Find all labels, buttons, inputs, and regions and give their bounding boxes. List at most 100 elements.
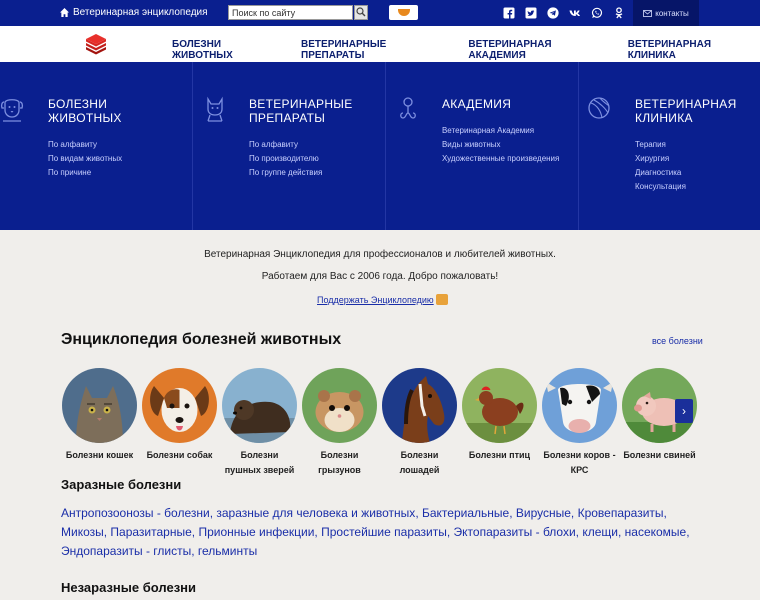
nav-item-academy[interactable]: ВЕТЕРИНАРНАЯ АКАДЕМИЯ bbox=[468, 39, 609, 61]
animal-label: Болезни собак bbox=[146, 450, 213, 460]
intro-line-1: Ветеринарная Энциклопедия для профессион… bbox=[204, 249, 556, 260]
mega-col-clinic: Ветеринарная клиника Терапия Хирургия Ди… bbox=[579, 62, 760, 230]
tag-link[interactable]: Бактериальные bbox=[422, 506, 509, 520]
mega-col-drugs: Ветеринарные препараты По алфавиту По пр… bbox=[193, 62, 386, 230]
home-link[interactable]: Ветеринарная энциклопедия bbox=[60, 7, 208, 18]
mega-link[interactable]: Диагностика bbox=[635, 166, 686, 180]
mega-link[interactable]: По видам животных bbox=[48, 152, 122, 166]
mega-col-diseases: Болезни животных По алфавиту По видам жи… bbox=[0, 62, 193, 230]
animal-label: Болезни пушных зверей bbox=[224, 450, 295, 475]
mega-link[interactable]: По алфавиту bbox=[249, 138, 322, 152]
whatsapp-icon[interactable] bbox=[591, 7, 603, 19]
tag-link[interactable]: Антропозоонозы - болезни, заразные для ч… bbox=[61, 506, 415, 520]
dog-icon bbox=[0, 99, 24, 122]
animal-card-rodents[interactable]: Болезни грызунов bbox=[302, 368, 377, 478]
vk-icon[interactable] bbox=[569, 7, 581, 19]
mega-title-diseases[interactable]: Болезни животных bbox=[48, 97, 168, 125]
main-nav: БОЛЕЗНИ ЖИВОТНЫХ ВЕТЕРИНАРНЫЕ ПРЕПАРАТЫ … bbox=[0, 26, 760, 62]
search-icon bbox=[356, 7, 366, 17]
search-button[interactable] bbox=[354, 5, 368, 20]
contacts-label: контакты bbox=[655, 8, 689, 18]
hen-photo bbox=[462, 368, 537, 443]
donate-button[interactable] bbox=[389, 5, 418, 20]
home-icon bbox=[60, 8, 69, 17]
cat-photo bbox=[62, 368, 137, 443]
nav-item-clinic[interactable]: ВЕТЕРИНАРНАЯ КЛИНИКА bbox=[628, 39, 760, 61]
mega-link[interactable]: Консультация bbox=[635, 180, 686, 194]
yarn-ball-icon bbox=[588, 97, 610, 119]
tag-link[interactable]: Кровепаразиты bbox=[578, 506, 664, 520]
animal-label: Болезни лошадей bbox=[399, 450, 440, 475]
animal-label: Болезни птиц bbox=[468, 450, 531, 460]
mega-links-academy: Ветеринарная Академия Виды животных Худо… bbox=[442, 124, 559, 166]
mega-col-academy: Академия Ветеринарная Академия Виды живо… bbox=[386, 62, 579, 230]
tag-link[interactable]: Прионные инфекции bbox=[198, 525, 314, 539]
tag-link[interactable]: Простейшие паразиты bbox=[321, 525, 447, 539]
tag-link[interactable]: Эктопаразиты - блохи, клещи, насекомые bbox=[454, 525, 687, 539]
animal-label: Болезни свиней bbox=[623, 450, 696, 460]
support-link-label: Поддержать Энциклопедию bbox=[317, 294, 434, 305]
animal-label: Болезни кошек bbox=[65, 450, 134, 460]
contacts-button[interactable]: контакты bbox=[633, 0, 699, 26]
fur-animal-photo bbox=[222, 368, 297, 443]
horse-photo bbox=[382, 368, 457, 443]
mega-links-drugs: По алфавиту По производителю По группе д… bbox=[249, 138, 322, 180]
contagious-title: Заразные болезни bbox=[61, 477, 182, 492]
social-links bbox=[503, 7, 625, 19]
mega-links-clinic: Терапия Хирургия Диагностика Консультаци… bbox=[635, 138, 686, 194]
stethoscope-icon bbox=[400, 97, 416, 119]
mega-link[interactable]: По алфавиту bbox=[48, 138, 122, 152]
animal-card-horses[interactable]: Болезни лошадей bbox=[382, 368, 457, 478]
home-link-label: Ветеринарная энциклопедия bbox=[73, 7, 208, 18]
carousel-next-button[interactable]: › bbox=[675, 399, 693, 423]
donate-icon bbox=[397, 9, 410, 16]
nav-item-drugs[interactable]: ВЕТЕРИНАРНЫЕ ПРЕПАРАТЫ bbox=[301, 39, 450, 61]
section-title: Энциклопедия болезней животных bbox=[61, 331, 342, 348]
mega-link[interactable]: Художественные произведения bbox=[442, 152, 559, 166]
animal-label: Болезни коров - КРС bbox=[543, 450, 616, 475]
hand-icon bbox=[435, 294, 448, 305]
logo-icon[interactable] bbox=[84, 33, 108, 55]
top-bar: Ветеринарная энциклопедия контакты bbox=[0, 0, 760, 26]
mega-link[interactable]: По причине bbox=[48, 166, 122, 180]
animal-card-cats[interactable]: Болезни кошек bbox=[62, 368, 137, 478]
tag-link[interactable]: Паразитарные bbox=[110, 525, 191, 539]
mega-link[interactable]: Ветеринарная Академия bbox=[442, 124, 559, 138]
mail-icon bbox=[643, 9, 653, 17]
cat-icon bbox=[207, 96, 223, 122]
mega-links-diseases: По алфавиту По видам животных По причине bbox=[48, 138, 122, 180]
noncontagious-title: Незаразные болезни bbox=[61, 580, 196, 595]
intro-line-2: Работаем для Вас с 2006 года. Добро пожа… bbox=[261, 271, 499, 282]
nav-item-diseases[interactable]: БОЛЕЗНИ ЖИВОТНЫХ bbox=[172, 39, 283, 61]
all-diseases-link[interactable]: все болезни bbox=[652, 336, 703, 346]
mega-link[interactable]: Терапия bbox=[635, 138, 686, 152]
search-input[interactable] bbox=[228, 5, 353, 20]
facebook-icon[interactable] bbox=[503, 7, 515, 19]
mega-title-drugs[interactable]: Ветеринарные препараты bbox=[249, 97, 379, 125]
twitter-icon[interactable] bbox=[525, 7, 537, 19]
odnoklassniki-icon[interactable] bbox=[613, 7, 625, 19]
cow-photo bbox=[542, 368, 617, 443]
contagious-tags: Антропозоонозы - болезни, заразные для ч… bbox=[61, 506, 690, 558]
animal-label: Болезни грызунов bbox=[318, 450, 361, 475]
animal-card-cows[interactable]: Болезни коров - КРС bbox=[542, 368, 617, 478]
mega-link[interactable]: Хирургия bbox=[635, 152, 686, 166]
mega-link[interactable]: Виды животных bbox=[442, 138, 559, 152]
animal-card-dogs[interactable]: Болезни собак bbox=[142, 368, 217, 478]
tag-link[interactable]: Эндопаразиты - глисты, гельминты bbox=[61, 544, 257, 558]
mega-title-clinic[interactable]: Ветеринарная клиника bbox=[635, 97, 755, 125]
tag-link[interactable]: Микозы bbox=[61, 525, 104, 539]
mega-link[interactable]: По производителю bbox=[249, 152, 322, 166]
animal-card-birds[interactable]: Болезни птиц bbox=[462, 368, 537, 478]
animal-card-pigs[interactable]: Болезни свиней bbox=[622, 368, 697, 478]
dog-photo bbox=[142, 368, 217, 443]
animal-card-fur[interactable]: Болезни пушных зверей bbox=[222, 368, 297, 478]
hamster-photo bbox=[302, 368, 377, 443]
animals-carousel: Болезни кошек Болезни собак Болезни пушн… bbox=[62, 368, 697, 478]
tag-link[interactable]: Вирусные bbox=[516, 506, 571, 520]
telegram-icon[interactable] bbox=[547, 7, 559, 19]
mega-title-academy[interactable]: Академия bbox=[442, 97, 572, 111]
mega-link[interactable]: По группе действия bbox=[249, 166, 322, 180]
support-link[interactable]: Поддержать Энциклопедию bbox=[317, 294, 448, 305]
chevron-right-icon: › bbox=[682, 404, 686, 418]
